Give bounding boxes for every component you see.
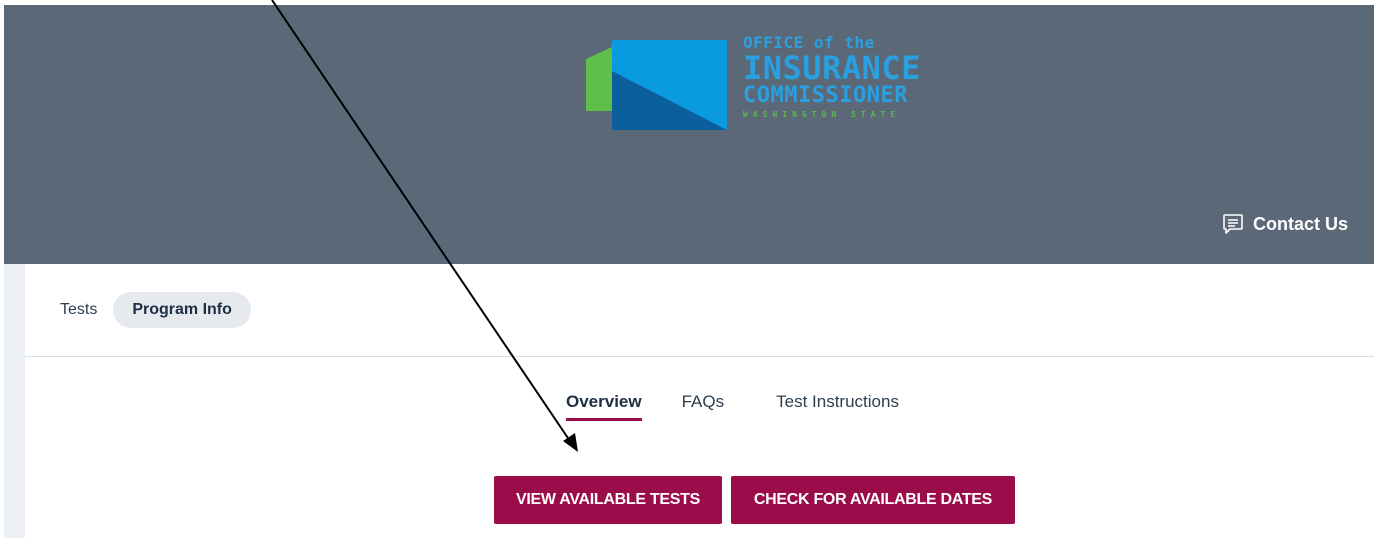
program-info-subnav: Overview FAQs Test Instructions [566, 392, 899, 421]
page: OFFICE of the INSURANCE COMMISSIONER WAS… [0, 0, 1374, 538]
oic-logo[interactable]: OFFICE of the INSURANCE COMMISSIONER WAS… [582, 33, 942, 138]
tab-program-info[interactable]: Program Info [113, 292, 251, 328]
contact-us-link[interactable]: Contact Us [1222, 213, 1348, 235]
tabs-divider [25, 356, 1374, 357]
logo-wordmark: OFFICE of the INSURANCE COMMISSIONER WAS… [743, 35, 921, 119]
logo-line-insurance: INSURANCE [743, 49, 921, 87]
view-available-tests-button[interactable]: VIEW AVAILABLE TESTS [494, 476, 722, 524]
action-buttons: VIEW AVAILABLE TESTS CHECK FOR AVAILABLE… [494, 476, 1015, 524]
logo-line-state: WASHINGTON STATE [743, 110, 901, 119]
subnav-faqs[interactable]: FAQs [682, 392, 725, 418]
left-scroll-rail [4, 264, 25, 538]
tab-tests[interactable]: Tests [60, 301, 97, 319]
logo-mark-icon [586, 40, 727, 130]
chat-message-icon [1223, 214, 1243, 234]
top-tabs: Tests Program Info [60, 292, 251, 328]
subnav-test-instructions[interactable]: Test Instructions [776, 392, 899, 418]
logo-line-commissioner: COMMISSIONER [743, 83, 908, 108]
subnav-overview[interactable]: Overview [566, 392, 642, 421]
contact-us-label: Contact Us [1252, 213, 1348, 234]
check-available-dates-button[interactable]: CHECK FOR AVAILABLE DATES [731, 476, 1015, 524]
site-header: OFFICE of the INSURANCE COMMISSIONER WAS… [4, 5, 1374, 264]
